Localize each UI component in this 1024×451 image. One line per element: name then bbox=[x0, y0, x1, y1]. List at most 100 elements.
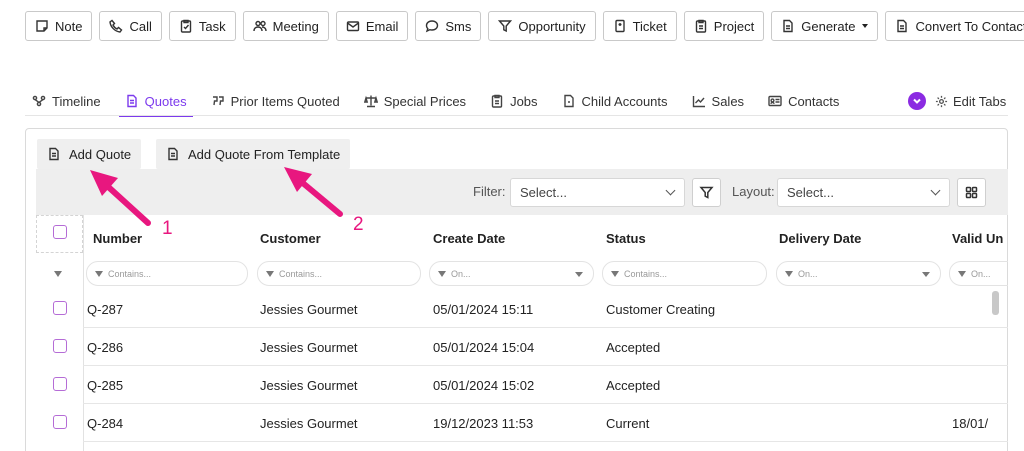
quote-number[interactable]: Q-285 bbox=[87, 378, 123, 393]
column-header-number[interactable]: Number bbox=[93, 231, 142, 246]
add-quote-from-template-button[interactable]: Add Quote From Template bbox=[156, 139, 351, 169]
vertical-scrollbar[interactable] bbox=[992, 291, 999, 315]
create-date-filter-placeholder: On... bbox=[451, 268, 471, 279]
add-quote-label: Add Quote bbox=[69, 146, 132, 162]
tab-jobs[interactable]: Jobs bbox=[490, 90, 538, 112]
delivery-date-filter-input[interactable]: On... bbox=[776, 261, 941, 286]
column-header-create-date[interactable]: Create Date bbox=[433, 231, 505, 246]
quote-status: Accepted bbox=[606, 340, 661, 355]
status-filter-input[interactable]: Contains... bbox=[602, 261, 767, 286]
tab-special-prices[interactable]: Special Prices bbox=[363, 90, 467, 112]
call-button[interactable]: Call bbox=[99, 11, 162, 41]
row-filter-toggle[interactable] bbox=[50, 261, 70, 286]
project-button[interactable]: Project bbox=[683, 11, 765, 41]
filter-icon bbox=[266, 270, 274, 277]
quote-create-date: 19/12/2023 11:53 bbox=[433, 416, 534, 431]
project-button-label: Project bbox=[713, 18, 755, 34]
filter-icon bbox=[438, 270, 446, 277]
customer-filter-input[interactable]: Contains... bbox=[257, 261, 421, 286]
row-checkbox[interactable] bbox=[53, 301, 67, 315]
clipboard-icon bbox=[491, 94, 503, 108]
email-button[interactable]: Email bbox=[335, 11, 409, 41]
quote-customer: Jessies Gourmet bbox=[260, 302, 358, 317]
caret-down-icon bbox=[862, 24, 869, 28]
quote-customer: Jessies Gourmet bbox=[260, 378, 358, 393]
row-checkbox[interactable] bbox=[53, 339, 67, 353]
column-header-delivery-date[interactable]: Delivery Date bbox=[779, 231, 861, 246]
filter-select[interactable]: Select... bbox=[510, 178, 685, 207]
caret-down-icon bbox=[575, 272, 583, 277]
ticket-icon bbox=[614, 19, 625, 33]
filter-icon bbox=[54, 270, 62, 277]
layout-select[interactable]: Select... bbox=[777, 178, 950, 207]
tab-quotes-label: Quotes bbox=[144, 93, 187, 109]
tab-child-accounts[interactable]: Child Accounts bbox=[562, 90, 668, 112]
tab-prior-items-quoted-label: Prior Items Quoted bbox=[230, 93, 340, 109]
quote-number[interactable]: Q-284 bbox=[87, 416, 123, 431]
customer-filter-placeholder: Contains... bbox=[279, 268, 323, 279]
select-all-checkbox[interactable] bbox=[53, 225, 67, 239]
row-checkbox[interactable] bbox=[53, 415, 67, 429]
quote-customer: Jessies Gourmet bbox=[260, 340, 358, 355]
quote-number[interactable]: Q-287 bbox=[87, 302, 123, 317]
tab-bar: Timeline Quotes Prior Items Quoted Speci… bbox=[32, 90, 863, 117]
annotation-label-1: 1 bbox=[162, 218, 173, 239]
filter-icon bbox=[611, 270, 619, 277]
tab-timeline[interactable]: Timeline bbox=[32, 90, 101, 112]
number-filter-input[interactable]: Contains... bbox=[86, 261, 248, 286]
convert-to-contact-button[interactable]: Convert To Contact bbox=[885, 11, 1024, 41]
sms-button[interactable]: Sms bbox=[415, 11, 482, 41]
layout-options-button[interactable] bbox=[957, 178, 986, 207]
valid-until-filter-input[interactable]: On... bbox=[949, 261, 1008, 286]
clipboard-icon bbox=[695, 19, 706, 33]
quote-create-date: 05/01/2024 15:04 bbox=[433, 340, 535, 355]
tab-special-prices-label: Special Prices bbox=[383, 93, 467, 109]
opportunity-button[interactable]: Opportunity bbox=[488, 11, 596, 41]
edit-tabs-button[interactable]: Edit Tabs bbox=[935, 94, 1006, 109]
filter-icon bbox=[95, 270, 103, 277]
create-date-filter-input[interactable]: On... bbox=[429, 261, 594, 286]
tab-quotes[interactable]: Quotes bbox=[118, 90, 193, 117]
row-divider bbox=[83, 403, 1008, 404]
opportunity-button-label: Opportunity bbox=[518, 18, 586, 34]
tab-prior-items-quoted[interactable]: Prior Items Quoted bbox=[211, 90, 340, 112]
document-icon bbox=[126, 94, 137, 108]
filter-icon bbox=[958, 270, 966, 277]
document-icon bbox=[49, 147, 59, 161]
meeting-button-label: Meeting bbox=[272, 18, 319, 34]
filter-label: Filter: bbox=[473, 184, 506, 199]
filter-button[interactable] bbox=[692, 178, 721, 207]
more-tabs-button[interactable] bbox=[908, 92, 926, 110]
column-header-status[interactable]: Status bbox=[606, 231, 646, 246]
convert-to-contact-label: Convert To Contact bbox=[915, 18, 1024, 34]
quote-number[interactable]: Q-286 bbox=[87, 340, 123, 355]
edit-tabs-label: Edit Tabs bbox=[953, 93, 1007, 109]
funnel-icon bbox=[699, 186, 714, 199]
generate-button-label: Generate bbox=[801, 18, 856, 34]
layout-label: Layout: bbox=[732, 184, 775, 199]
gear-icon bbox=[935, 95, 948, 107]
sms-button-label: Sms bbox=[445, 18, 472, 34]
delivery-date-filter-placeholder: On... bbox=[798, 268, 818, 279]
note-button[interactable]: Note bbox=[25, 11, 93, 41]
tab-contacts[interactable]: Contacts bbox=[768, 90, 839, 112]
grid-layout-icon bbox=[965, 186, 978, 199]
ticket-button[interactable]: Ticket bbox=[602, 11, 677, 41]
generate-dropdown-button[interactable]: Generate bbox=[771, 11, 879, 41]
number-filter-placeholder: Contains... bbox=[108, 268, 152, 279]
quote-status: Current bbox=[606, 416, 650, 431]
task-button-label: Task bbox=[198, 18, 226, 34]
column-header-customer[interactable]: Customer bbox=[260, 231, 321, 246]
add-quote-button[interactable]: Add Quote bbox=[37, 139, 142, 169]
row-checkbox[interactable] bbox=[53, 377, 67, 391]
tab-child-accounts-label: Child Accounts bbox=[581, 93, 668, 109]
tab-sales[interactable]: Sales bbox=[692, 90, 744, 112]
column-separator bbox=[83, 215, 84, 451]
row-divider bbox=[83, 441, 1008, 442]
email-button-label: Email bbox=[365, 18, 399, 34]
column-header-valid-until[interactable]: Valid Un bbox=[952, 231, 1003, 246]
meeting-button[interactable]: Meeting bbox=[242, 11, 329, 41]
funnel-icon bbox=[498, 20, 513, 33]
task-button[interactable]: Task bbox=[168, 11, 236, 41]
quote-status: Customer Creating bbox=[606, 302, 716, 317]
